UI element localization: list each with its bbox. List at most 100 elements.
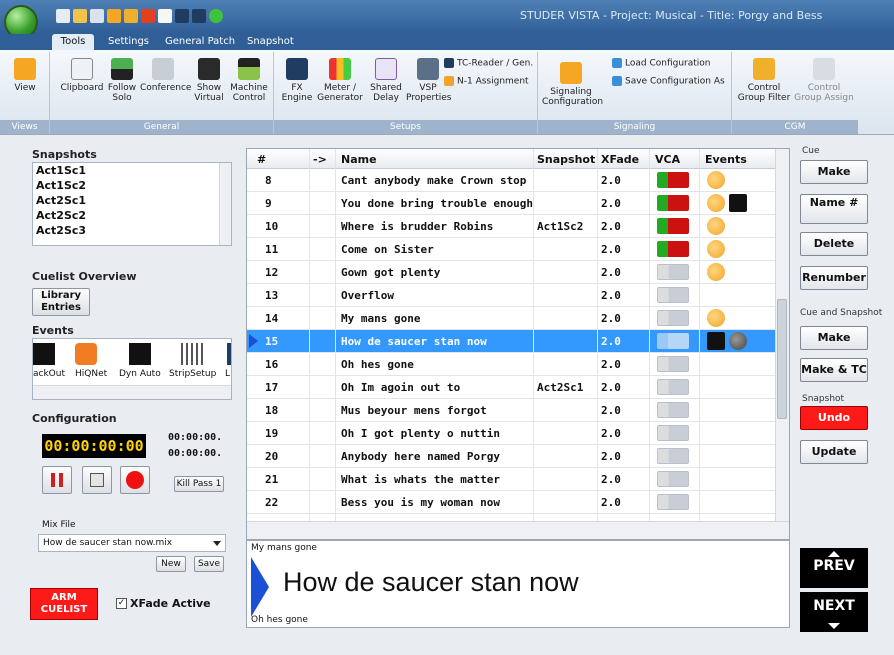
table-row[interactable]: 16 Oh hes gone 2.0: [247, 353, 775, 376]
control-group-assign-button[interactable]: Control Group Assign: [794, 58, 854, 103]
theatre-mask-icon[interactable]: [707, 217, 725, 235]
vca-mute-icon[interactable]: [657, 356, 689, 372]
events-list[interactable]: ackOut HiQNet Dyn Auto StripSetup L: [32, 338, 232, 400]
list-item[interactable]: Act2Sc3: [33, 223, 231, 238]
vca-mute-icon[interactable]: [657, 218, 689, 234]
next-button[interactable]: NEXT: [800, 592, 868, 632]
col-vca[interactable]: VCA: [655, 153, 680, 166]
tab-general-patch[interactable]: General Patch: [165, 36, 235, 47]
pause-button[interactable]: [42, 466, 72, 494]
show-virtual-button[interactable]: Show Virtual: [190, 58, 228, 103]
gear-icon[interactable]: [107, 9, 121, 23]
vca-mute-icon[interactable]: [657, 172, 689, 188]
table-row[interactable]: 17 Oh Im agoin out to Act2Sc1 2.0: [247, 376, 775, 399]
vca-mute-icon[interactable]: [657, 402, 689, 418]
vca-mute-icon[interactable]: [657, 333, 689, 349]
meter-icon[interactable]: [192, 9, 206, 23]
clipboard-button[interactable]: Clipboard: [60, 58, 104, 93]
table-scroll-thumb[interactable]: [777, 299, 787, 419]
new-button[interactable]: New: [156, 556, 186, 572]
table-row[interactable]: 11 Come on Sister 2.0: [247, 238, 775, 261]
record-button[interactable]: [120, 466, 150, 494]
vca-mute-icon[interactable]: [657, 287, 689, 303]
vca-mute-icon[interactable]: [657, 379, 689, 395]
col-number[interactable]: #: [257, 153, 266, 166]
list-item[interactable]: Act2Sc1: [33, 193, 231, 208]
event-icon-partial[interactable]: [227, 343, 231, 365]
renumber-button[interactable]: Renumber: [800, 266, 868, 290]
list-item[interactable]: Act2Sc2: [33, 208, 231, 223]
mix-file-select[interactable]: How de saucer stan now.mix: [38, 534, 226, 552]
theatre-mask-icon[interactable]: [707, 171, 725, 189]
undo-button[interactable]: Undo: [800, 406, 868, 430]
events-scrollbar[interactable]: [33, 385, 231, 399]
name-number-button[interactable]: Name #: [800, 194, 868, 224]
library-entries-button[interactable]: Library Entries: [32, 288, 90, 316]
make-tc-button[interactable]: Make & TC: [800, 358, 868, 382]
conference-button[interactable]: Conference: [140, 58, 191, 93]
n1-assignment-button[interactable]: N-1 Assignment: [444, 76, 529, 87]
record-icon[interactable]: [141, 9, 155, 23]
xfade-checkbox[interactable]: ✓: [116, 598, 127, 609]
meter-generator-button[interactable]: Meter / Generator: [314, 58, 366, 103]
table-row[interactable]: 22 Bess you is my woman now 2.0: [247, 491, 775, 514]
make-cue-button[interactable]: Make: [800, 160, 868, 184]
snapshots-list[interactable]: Act1Sc1 Act1Sc2 Act2Sc1 Act2Sc2 Act2Sc3: [32, 162, 232, 246]
snapshots-scrollbar[interactable]: [219, 163, 231, 245]
vca-mute-icon[interactable]: [657, 448, 689, 464]
table-row[interactable]: 19 Oh I got plenty o nuttin 2.0: [247, 422, 775, 445]
table-row[interactable]: 12 Gown got plenty 2.0: [247, 261, 775, 284]
table-row[interactable]: 9 You done bring trouble enough 2.0: [247, 192, 775, 215]
machine-control-button[interactable]: Machine Control: [228, 58, 270, 103]
grid-icon[interactable]: [56, 9, 70, 23]
vca-mute-icon[interactable]: [657, 241, 689, 257]
col-snapshot[interactable]: Snapshot: [537, 153, 595, 166]
vca-mute-icon[interactable]: [657, 195, 689, 211]
strip-setup-icon[interactable]: [181, 343, 203, 365]
document-icon[interactable]: [158, 9, 172, 23]
midi-icon[interactable]: [729, 332, 747, 350]
tc-reader-button[interactable]: TC-Reader / Gen.: [444, 58, 533, 69]
control-group-filter-button[interactable]: Control Group Filter: [734, 58, 794, 103]
make-cue-snapshot-button[interactable]: Make: [800, 326, 868, 350]
dyn-auto-icon[interactable]: [729, 194, 747, 212]
theatre-mask-icon[interactable]: [707, 194, 725, 212]
dyn-auto-icon[interactable]: [707, 332, 725, 350]
dyn-auto-icon[interactable]: [129, 343, 151, 365]
theatre-mask-icon[interactable]: [707, 309, 725, 327]
list-item[interactable]: Act1Sc1: [33, 163, 231, 178]
kill-pass-button[interactable]: Kill Pass 1: [174, 476, 224, 492]
fx-engine-button[interactable]: FX Engine: [280, 58, 314, 103]
view-button[interactable]: View: [6, 58, 44, 93]
table-row[interactable]: 21 What is whats the matter 2.0: [247, 468, 775, 491]
col-xfade[interactable]: XFade: [601, 153, 639, 166]
signaling-configuration-button[interactable]: Signaling Configuration: [542, 62, 603, 107]
tab-tools[interactable]: Tools: [52, 34, 94, 50]
prev-button[interactable]: PREV: [800, 548, 868, 588]
status-dot-icon[interactable]: [209, 9, 223, 23]
table-horizontal-scrollbar[interactable]: [247, 521, 789, 539]
arm-cuelist-button[interactable]: ARM CUELIST: [30, 588, 98, 620]
load-configuration-button[interactable]: Load Configuration: [612, 58, 711, 69]
vca-mute-icon[interactable]: [657, 310, 689, 326]
tab-settings[interactable]: Settings: [108, 36, 149, 47]
theatre-mask-icon[interactable]: [707, 240, 725, 258]
vca-mute-icon[interactable]: [657, 425, 689, 441]
network-icon[interactable]: [90, 9, 104, 23]
timer-icon[interactable]: [124, 9, 138, 23]
delete-button[interactable]: Delete: [800, 232, 868, 256]
tab-snapshot[interactable]: Snapshot: [247, 36, 294, 47]
col-name[interactable]: Name: [341, 153, 377, 166]
table-row[interactable]: 20 Anybody here named Porgy 2.0: [247, 445, 775, 468]
table-row[interactable]: 10 Where is brudder Robins Act1Sc2 2.0: [247, 215, 775, 238]
blackout-icon[interactable]: [33, 343, 55, 365]
list-item[interactable]: Act1Sc2: [33, 178, 231, 193]
vca-mute-icon[interactable]: [657, 264, 689, 280]
update-button[interactable]: Update: [800, 440, 868, 464]
save-button[interactable]: Save: [194, 556, 224, 572]
table-row[interactable]: 14 My mans gone 2.0: [247, 307, 775, 330]
table-row[interactable]: 15 How de saucer stan now 2.0: [247, 330, 775, 353]
table-row[interactable]: 8 Cant anybody make Crown stop 2.0: [247, 169, 775, 192]
vca-mute-icon[interactable]: [657, 471, 689, 487]
tree-icon[interactable]: [73, 9, 87, 23]
